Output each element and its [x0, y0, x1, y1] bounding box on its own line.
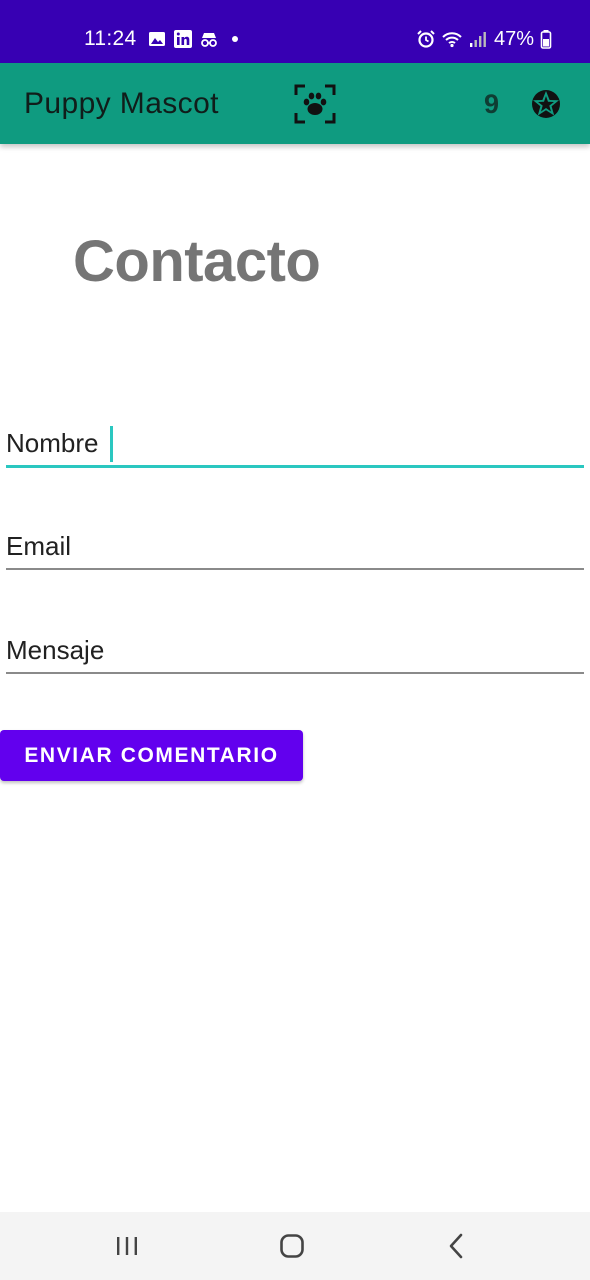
system-nav-bar	[0, 1212, 590, 1280]
name-input[interactable]	[6, 418, 584, 468]
incognito-icon	[199, 29, 219, 49]
send-comment-button[interactable]: ENVIAR COMENTARIO	[0, 730, 303, 781]
dot-icon	[225, 29, 245, 49]
paw-scan-button[interactable]	[293, 83, 337, 125]
status-bar: 11:24 47%	[0, 0, 590, 63]
signal-icon	[468, 29, 488, 49]
linkedin-icon	[173, 29, 193, 49]
status-icons-right: 47%	[416, 27, 552, 51]
recents-button[interactable]	[110, 1230, 144, 1262]
app-bar: Puppy Mascot 9	[0, 63, 590, 144]
home-icon	[280, 1234, 304, 1258]
text-cursor	[110, 426, 113, 462]
email-field	[6, 520, 584, 570]
back-icon	[449, 1233, 463, 1259]
page-title: Contacto	[73, 229, 321, 294]
home-button[interactable]	[275, 1230, 309, 1262]
back-button[interactable]	[440, 1230, 474, 1262]
wifi-icon	[442, 29, 462, 49]
battery-icon	[540, 29, 552, 49]
image-icon	[147, 29, 167, 49]
message-field	[6, 624, 584, 674]
favorites-button[interactable]	[529, 87, 563, 121]
name-field	[6, 418, 584, 468]
status-time: 11:24	[84, 27, 137, 50]
recents-icon	[117, 1237, 137, 1255]
star-icon	[532, 90, 560, 118]
status-icons-left	[147, 29, 245, 49]
alarm-icon	[416, 29, 436, 49]
email-input[interactable]	[6, 520, 584, 570]
paw-icon	[294, 84, 336, 124]
app-title: Puppy Mascot	[24, 87, 219, 120]
message-input[interactable]	[6, 624, 584, 674]
battery-percent: 47%	[493, 28, 534, 50]
favorites-counter: 9	[484, 89, 500, 119]
